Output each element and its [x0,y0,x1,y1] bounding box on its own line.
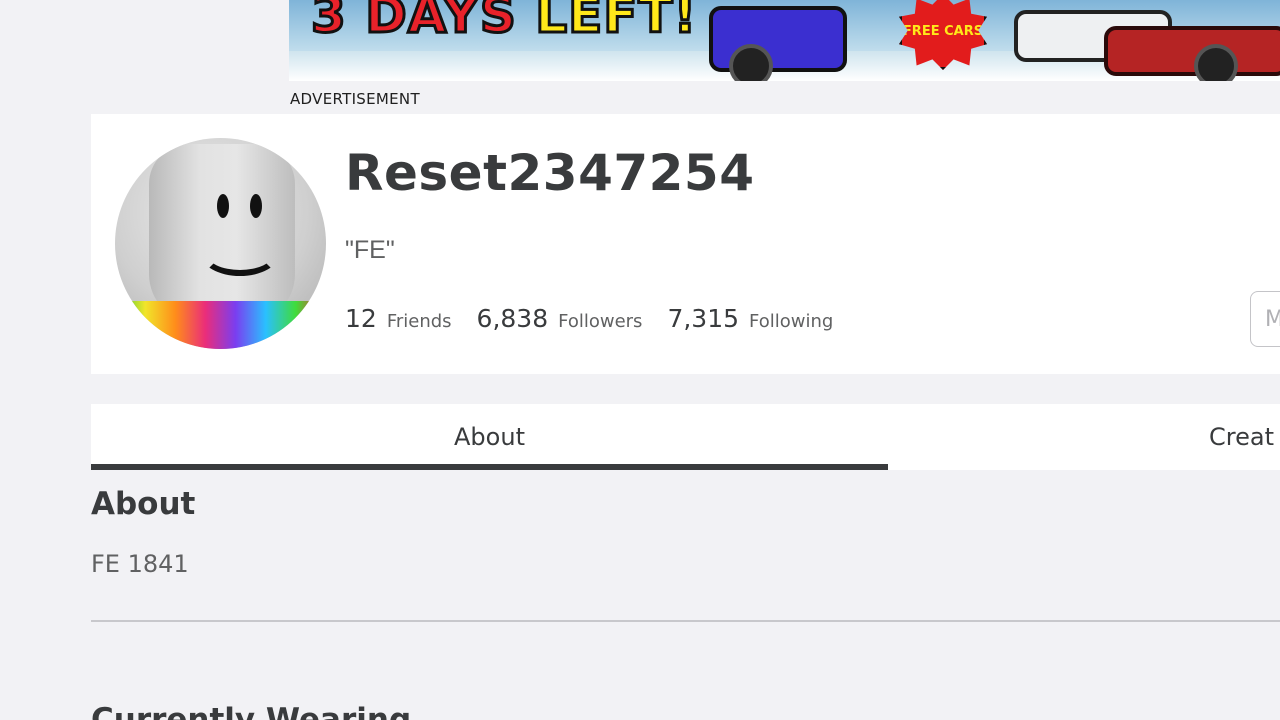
section-divider [91,620,1280,622]
profile-header-card: Reset2347254 "FE" 12 Friends 6,838 Follo… [91,114,1280,374]
about-description: FE 1841 [91,550,189,578]
avatar-smile-icon [201,232,279,276]
profile-stats: 12 Friends 6,838 Followers 7,315 Followi… [345,304,858,333]
avatar-eye-icon [217,194,229,218]
ad-headline-left: LEFT! [534,0,698,46]
friends-count: 12 [345,304,377,333]
tab-creations[interactable]: Creat [1209,404,1274,470]
message-button[interactable]: M [1250,291,1280,347]
ad-headline: 3 DAYS LEFT! [310,0,698,46]
about-heading: About [91,486,196,522]
currently-wearing-heading: Currently Wearing [91,702,412,720]
avatar-rainbow-shirt [115,301,326,349]
advertisement-banner[interactable]: 3 DAYS LEFT! FREE CARS [289,0,1280,81]
profile-tabs: About Creat [91,404,1280,470]
following-count: 7,315 [667,304,740,333]
profile-username: Reset2347254 [345,144,755,202]
ad-wheel-icon [729,44,773,81]
ad-headline-days: 3 DAYS [310,0,518,46]
avatar[interactable] [115,138,326,349]
followers-count: 6,838 [476,304,549,333]
avatar-eye-icon [250,194,262,218]
avatar-head-image [149,144,295,324]
profile-page: 3 DAYS LEFT! FREE CARS ADVERTISEMENT Res… [0,0,1280,720]
tab-about[interactable]: About [91,404,888,470]
followers-stat[interactable]: 6,838 Followers [477,304,643,333]
followers-label: Followers [558,311,643,332]
ad-red-car-image [1104,26,1280,76]
following-label: Following [749,311,834,332]
friends-label: Friends [386,311,452,332]
following-stat[interactable]: 7,315 Following [667,304,833,333]
ad-wheel-icon [1194,44,1238,81]
profile-status: "FE" [345,236,395,264]
advertisement-label: ADVERTISEMENT [290,90,420,108]
friends-stat[interactable]: 12 Friends [345,304,452,333]
